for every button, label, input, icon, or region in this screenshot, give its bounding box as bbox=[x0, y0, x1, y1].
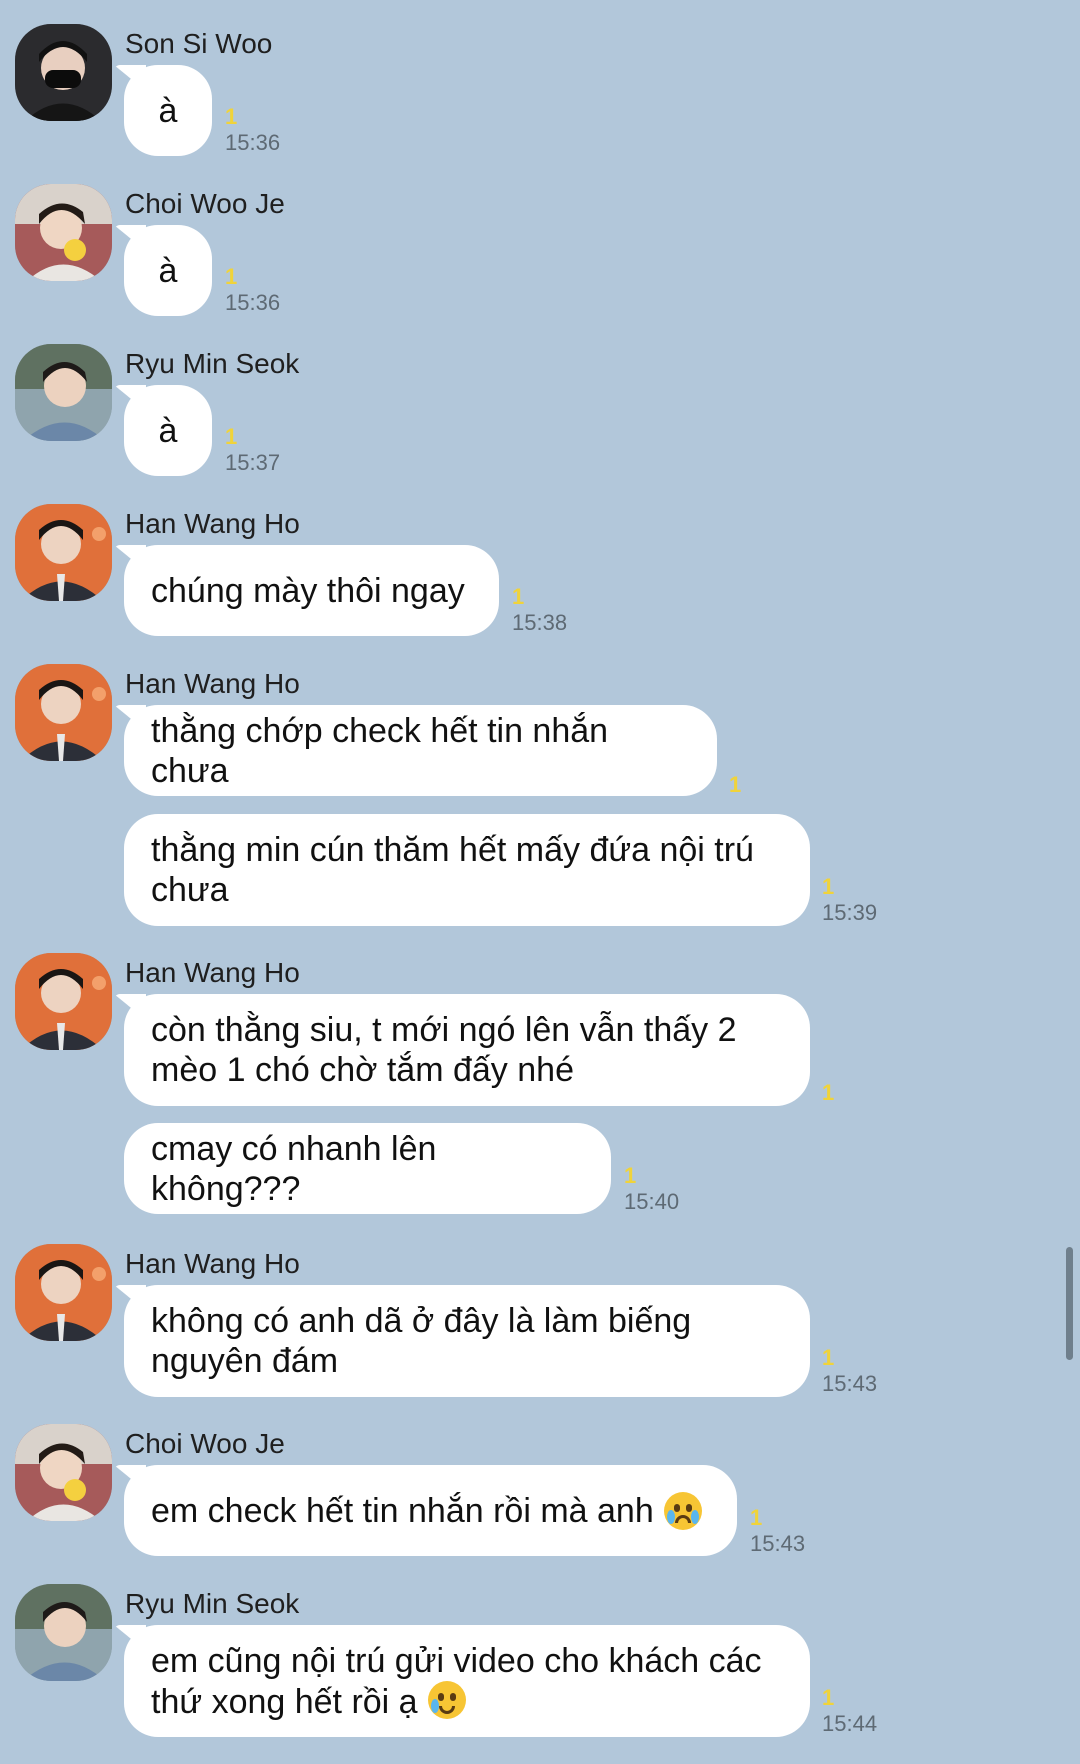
message-text: chúng mày thôi ngay bbox=[151, 571, 465, 610]
message-bubble[interactable]: em cũng nội trú gửi video cho khách các … bbox=[114, 1625, 810, 1737]
message-time: 15:37 bbox=[225, 450, 281, 475]
message-meta: 1 15:36 bbox=[225, 104, 280, 156]
unread-count: 1 bbox=[729, 772, 742, 797]
bubble-tail bbox=[114, 545, 146, 571]
unread-count: 1 bbox=[822, 874, 835, 899]
scrollbar-thumb[interactable] bbox=[1066, 1247, 1073, 1360]
message-bubble[interactable]: cmay có nhanh lên không??? bbox=[124, 1123, 611, 1214]
unread-count: 1 bbox=[822, 1345, 835, 1370]
message-meta: 1 bbox=[729, 772, 741, 798]
message-time: 15:44 bbox=[822, 1711, 878, 1736]
bubble-tail bbox=[114, 994, 146, 1020]
message-text: cmay có nhanh lên không??? bbox=[151, 1129, 446, 1208]
sender-name: Choi Woo Je bbox=[125, 1428, 285, 1459]
message-text: thằng chớp check hết tin nhắn chưa bbox=[151, 711, 618, 790]
message-meta: 1 15:38 bbox=[512, 584, 567, 636]
sender-name: Han Wang Ho bbox=[125, 668, 300, 699]
avatar[interactable] bbox=[15, 953, 112, 1050]
avatar[interactable] bbox=[15, 504, 112, 601]
message-meta: 1 15:36 bbox=[225, 264, 280, 316]
sender-name: Son Si Woo bbox=[125, 28, 273, 59]
loudly-crying-face-icon bbox=[663, 1491, 702, 1530]
unread-count: 1 bbox=[624, 1163, 637, 1188]
avatar[interactable] bbox=[15, 344, 112, 441]
message-bubble[interactable]: không có anh dã ở đây là làm biếng nguyê… bbox=[114, 1285, 810, 1397]
sender-name: Ryu Min Seok bbox=[125, 348, 300, 379]
message-text: à bbox=[158, 411, 178, 450]
message-meta: 1 15:43 bbox=[750, 1505, 805, 1557]
message-text: à bbox=[158, 91, 178, 130]
avatar[interactable] bbox=[15, 1584, 112, 1681]
bubble-tail bbox=[114, 1465, 146, 1491]
unread-count: 1 bbox=[750, 1505, 763, 1530]
sender-name: Han Wang Ho bbox=[125, 1248, 300, 1279]
unread-count: 1 bbox=[512, 584, 525, 609]
avatar[interactable] bbox=[15, 24, 112, 121]
message-time: 15:36 bbox=[225, 290, 281, 315]
message-text: thằng min cún thăm hết mấy đứa nội trú c… bbox=[151, 831, 764, 909]
bubble-tail bbox=[114, 1285, 146, 1311]
message-meta: 1 15:40 bbox=[624, 1163, 679, 1215]
sender-name: Han Wang Ho bbox=[125, 508, 300, 539]
unread-count: 1 bbox=[225, 424, 238, 449]
sender-name: Choi Woo Je bbox=[125, 188, 285, 219]
message-bubble[interactable]: thằng chớp check hết tin nhắn chưa bbox=[114, 705, 717, 796]
message-bubble[interactable]: còn thằng siu, t mới ngó lên vẫn thấy 2 … bbox=[114, 994, 810, 1106]
bubble-tail bbox=[114, 385, 146, 411]
message-meta: 1 bbox=[822, 1080, 834, 1106]
message-meta: 1 15:39 bbox=[822, 874, 877, 926]
message-text: em check hết tin nhắn rồi mà anh bbox=[151, 1491, 654, 1530]
bubble-tail bbox=[114, 65, 146, 91]
avatar[interactable] bbox=[15, 1244, 112, 1341]
message-meta: 1 15:44 bbox=[822, 1685, 877, 1737]
message-bubble[interactable]: à bbox=[114, 225, 212, 316]
message-bubble[interactable]: à bbox=[114, 385, 212, 476]
message-text: còn thằng siu, t mới ngó lên vẫn thấy 2 … bbox=[151, 1011, 746, 1089]
unread-count: 1 bbox=[225, 264, 238, 289]
message-time: 15:38 bbox=[512, 610, 568, 635]
unread-count: 1 bbox=[822, 1685, 835, 1710]
message-time: 15:43 bbox=[822, 1371, 878, 1396]
chat-message-list[interactable]: Son Si Woo à 1 15:36 Choi Woo Je à 1 15:… bbox=[0, 0, 1080, 1764]
message-meta: 1 15:37 bbox=[225, 424, 280, 476]
bubble-tail bbox=[114, 225, 146, 251]
message-bubble[interactable]: chúng mày thôi ngay bbox=[114, 545, 499, 636]
avatar[interactable] bbox=[15, 664, 112, 761]
sender-name: Han Wang Ho bbox=[125, 957, 300, 988]
message-meta: 1 15:43 bbox=[822, 1345, 877, 1397]
message-bubble[interactable]: à bbox=[114, 65, 212, 156]
avatar[interactable] bbox=[15, 1424, 112, 1521]
message-time: 15:36 bbox=[225, 130, 281, 155]
message-time: 15:39 bbox=[822, 900, 878, 925]
bubble-tail bbox=[114, 1625, 146, 1651]
bubble-tail bbox=[114, 705, 146, 731]
avatar[interactable] bbox=[15, 184, 112, 281]
message-text: à bbox=[158, 251, 178, 290]
message-text: không có anh dã ở đây là làm biếng nguyê… bbox=[151, 1302, 701, 1380]
message-time: 15:43 bbox=[750, 1531, 806, 1556]
unread-count: 1 bbox=[225, 104, 238, 129]
message-bubble[interactable]: thằng min cún thăm hết mấy đứa nội trú c… bbox=[124, 814, 810, 926]
message-bubble[interactable]: em check hết tin nhắn rồi mà anh bbox=[114, 1465, 737, 1556]
message-text: em cũng nội trú gửi video cho khách các … bbox=[151, 1641, 783, 1722]
unread-count: 1 bbox=[822, 1080, 835, 1105]
face-holding-back-tears-icon bbox=[427, 1680, 466, 1719]
message-time: 15:40 bbox=[624, 1189, 680, 1214]
sender-name: Ryu Min Seok bbox=[125, 1588, 300, 1619]
